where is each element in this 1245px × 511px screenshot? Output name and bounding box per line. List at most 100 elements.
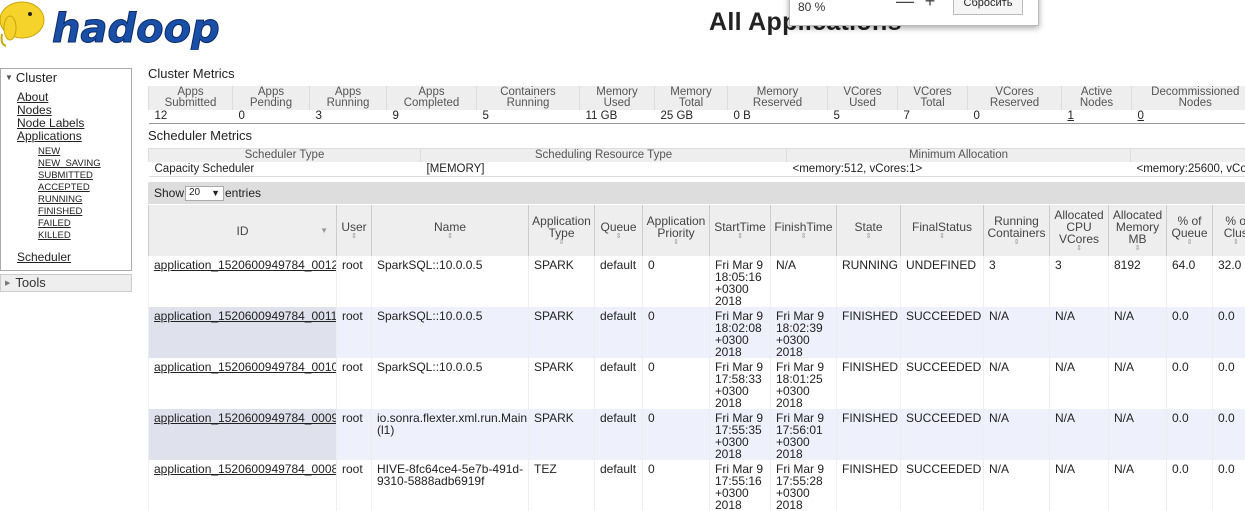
table-cell: HIVE-8fc64ce4-5e7b-491d-9310-5888adb6919… [372, 460, 529, 511]
application-id-link[interactable]: application_1520600949784_0010 [154, 360, 337, 374]
sidebar: ▼Cluster About Nodes Node Labels Applica… [0, 68, 132, 292]
table-cell: application_1520600949784_0011 [149, 307, 337, 358]
header-line: ID [149, 225, 336, 237]
tools-menu[interactable]: ▶Tools [0, 274, 132, 292]
nav-link-nodes[interactable]: Nodes [17, 103, 52, 117]
header-line: Memory [1109, 221, 1166, 233]
nav-link-accepted[interactable]: ACCEPTED [38, 182, 90, 193]
cluster-metric-header: VCoresUsed [828, 86, 898, 110]
cluster-menu: ▼Cluster About Nodes Node Labels Applica… [0, 68, 132, 271]
header-line: Total [900, 98, 965, 109]
applications-column-header[interactable]: RunningContainers⇕ [984, 205, 1050, 256]
applications-column-header[interactable]: FinishTime⇕ [771, 205, 837, 256]
header-line: Type [529, 227, 594, 239]
nav-link-scheduler[interactable]: Scheduler [17, 250, 71, 264]
cluster-label: Cluster [16, 70, 57, 85]
table-cell: Fri Mar 9 18:01:25 +0300 2018 [771, 358, 837, 409]
cluster-metric-header: AppsRunning [310, 86, 387, 110]
cluster-metric-value: 0 [968, 110, 1062, 124]
sort-icon: ⇕ [595, 233, 642, 241]
sort-icon: ⇕ [984, 239, 1049, 247]
application-id-link[interactable]: application_1520600949784_0008 [154, 462, 337, 476]
nav-link-submitted[interactable]: SUBMITTED [38, 170, 93, 181]
table-cell: SPARK [529, 409, 595, 460]
cluster-metric-header: VCoresTotal [898, 86, 968, 110]
entries-label: entries [225, 186, 261, 200]
table-cell: 32.0 [1213, 256, 1245, 307]
header-line: Running [312, 98, 384, 109]
table-cell: Fri Mar 9 17:58:33 +0300 2018 [710, 358, 771, 409]
applications-column-header[interactable]: % oClus⇕ [1213, 205, 1245, 256]
table-cell: Fri Mar 9 17:55:28 +0300 2018 [771, 460, 837, 511]
cluster-metric-link[interactable]: 1 [1068, 110, 1074, 122]
applications-column-header[interactable]: FinalStatus⇕ [901, 205, 984, 256]
nav-link-new-saving[interactable]: NEW_SAVING [38, 158, 101, 169]
header-line: Running [479, 98, 577, 109]
applications-column-header[interactable]: % ofQueue⇕ [1167, 205, 1213, 256]
table-cell: SparkSQL::10.0.0.5 [372, 358, 529, 409]
table-cell: TEZ [529, 460, 595, 511]
nav-link-finished[interactable]: FINISHED [38, 206, 82, 217]
header-line: Submitted [151, 98, 230, 109]
cluster-metric-value: 7 [898, 110, 968, 124]
nav-link-new[interactable]: NEW [38, 146, 60, 157]
table-row[interactable]: application_1520600949784_0010rootSparkS… [149, 358, 1245, 409]
table-row[interactable]: application_1520600949784_0008rootHIVE-8… [149, 460, 1245, 511]
table-row[interactable]: application_1520600949784_0009rootio.son… [149, 409, 1245, 460]
entries-count-select[interactable]: 20▼ [185, 186, 224, 201]
sort-icon: ⇕ [337, 233, 371, 241]
table-cell: default [595, 307, 643, 358]
applications-column-header[interactable]: AllocatedCPUVCores⇕ [1050, 205, 1109, 256]
cluster-header[interactable]: ▼Cluster [1, 69, 131, 85]
header-line: VCores [1050, 233, 1108, 245]
table-cell: Fri Mar 9 17:55:35 +0300 2018 [710, 409, 771, 460]
header-line: Completed [389, 98, 474, 109]
cluster-metric-header: AppsCompleted [387, 86, 477, 110]
table-cell: application_1520600949784_0009 [149, 409, 337, 460]
cluster-metric-header: ActiveNodes [1062, 86, 1132, 110]
cluster-metric-link[interactable]: 0 [1138, 110, 1144, 122]
header-line: Nodes [1064, 98, 1129, 109]
nav-link-about[interactable]: About [17, 90, 48, 104]
application-id-link[interactable]: application_1520600949784_0011 [154, 309, 337, 323]
nav-link-node-labels[interactable]: Node Labels [17, 116, 84, 130]
table-cell: N/A [984, 307, 1050, 358]
cluster-metric-header: MemoryTotal [655, 86, 728, 110]
table-cell: application_1520600949784_0008 [149, 460, 337, 511]
applications-column-header[interactable]: AllocatedMemoryMB⇕ [1109, 205, 1167, 256]
table-cell: Fri Mar 9 18:02:08 +0300 2018 [710, 307, 771, 358]
applications-column-header[interactable]: State⇕ [837, 205, 901, 256]
applications-column-header[interactable]: Queue⇕ [595, 205, 643, 256]
cluster-metric-header: MemoryUsed [580, 86, 655, 110]
table-cell: 8192 [1109, 256, 1167, 307]
zoom-reset-button[interactable]: Сбросить [953, 0, 1023, 15]
cluster-metric-value: 12 [149, 110, 233, 124]
applications-column-header[interactable]: ID▼ [149, 205, 337, 256]
hadoop-logo[interactable]: hadoop [0, 0, 235, 50]
scheduler-metric-value: <memory:512, vCores:1> [787, 162, 1131, 177]
nav-link-killed[interactable]: KILLED [38, 230, 71, 241]
applications-column-header[interactable]: ApplicationType⇕ [529, 205, 595, 256]
nav-link-failed[interactable]: FAILED [38, 218, 71, 229]
nav-link-applications[interactable]: Applications [17, 129, 82, 143]
zoom-out-button[interactable]: — [895, 0, 915, 12]
table-row[interactable]: application_1520600949784_0011rootSparkS… [149, 307, 1245, 358]
table-cell: N/A [1050, 307, 1109, 358]
header-line: Running [984, 215, 1049, 227]
table-cell: N/A [1050, 460, 1109, 511]
table-cell: 0 [643, 358, 710, 409]
zoom-in-button[interactable]: + [920, 0, 940, 12]
application-id-link[interactable]: application_1520600949784_0012 [154, 258, 337, 272]
table-cell: 0.0 [1213, 307, 1245, 358]
application-id-link[interactable]: application_1520600949784_0009 [154, 411, 337, 425]
applications-column-header[interactable]: User⇕ [337, 205, 372, 256]
table-cell: 0 [643, 409, 710, 460]
applications-column-header[interactable]: StartTime⇕ [710, 205, 771, 256]
header-line: Priority [643, 227, 709, 239]
applications-column-header[interactable]: ApplicationPriority⇕ [643, 205, 710, 256]
table-row[interactable]: application_1520600949784_0012rootSparkS… [149, 256, 1245, 307]
sort-icon: ⇕ [1167, 239, 1212, 247]
nav-link-running[interactable]: RUNNING [38, 194, 82, 205]
applications-column-header[interactable]: Name⇕ [372, 205, 529, 256]
table-cell: root [337, 409, 372, 460]
